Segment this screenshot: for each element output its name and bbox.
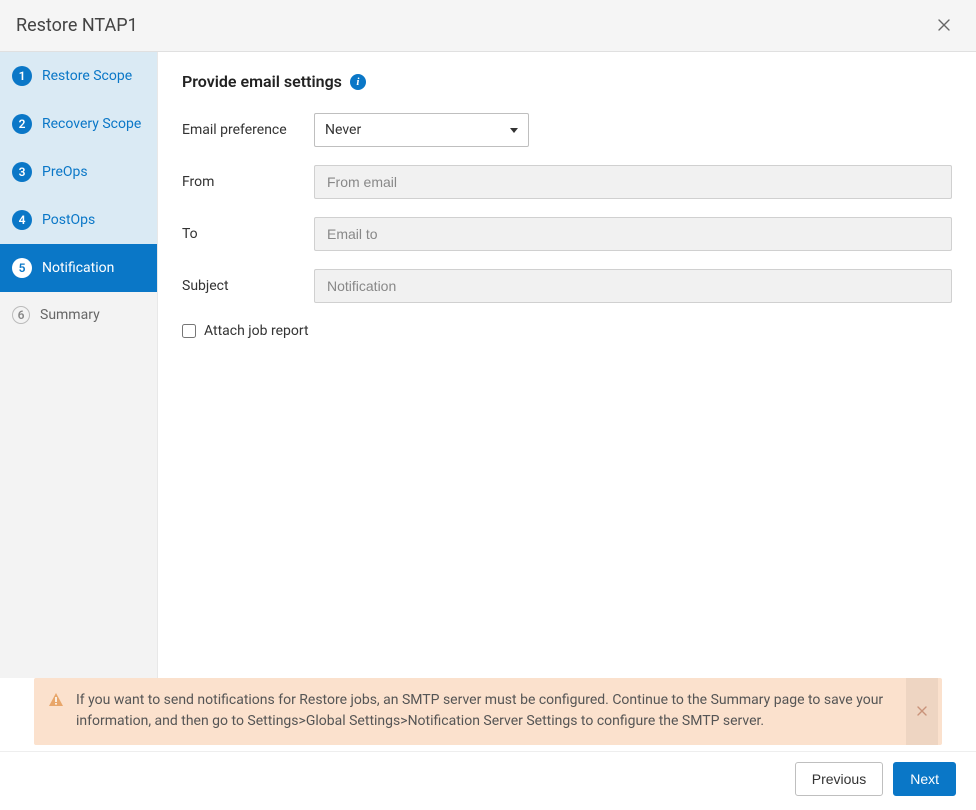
row-subject: Subject bbox=[182, 269, 952, 303]
attach-report-checkbox[interactable] bbox=[182, 324, 196, 338]
previous-button[interactable]: Previous bbox=[795, 762, 883, 796]
sidebar-step-preops[interactable]: 3 PreOps bbox=[0, 148, 157, 196]
heading-row: Provide email settings i bbox=[182, 72, 952, 91]
dialog-title: Restore NTAP1 bbox=[16, 15, 138, 36]
page-heading: Provide email settings bbox=[182, 72, 342, 91]
next-button[interactable]: Next bbox=[893, 762, 956, 796]
attach-report-label[interactable]: Attach job report bbox=[204, 323, 309, 339]
alert-message: If you want to send notifications for Re… bbox=[76, 690, 928, 733]
sidebar-step-postops[interactable]: 4 PostOps bbox=[0, 196, 157, 244]
footer: Previous Next bbox=[0, 751, 976, 810]
caret-down-icon bbox=[510, 128, 518, 133]
row-email-preference: Email preference Never bbox=[182, 113, 952, 147]
from-email-input[interactable] bbox=[314, 165, 952, 199]
step-number: 5 bbox=[12, 258, 32, 278]
title-bar: Restore NTAP1 bbox=[0, 0, 976, 52]
email-preference-select[interactable]: Never bbox=[314, 113, 529, 147]
subject-input[interactable] bbox=[314, 269, 952, 303]
sidebar-step-summary[interactable]: 6 Summary bbox=[0, 292, 157, 338]
step-number: 2 bbox=[12, 114, 32, 134]
step-number: 6 bbox=[12, 306, 30, 324]
step-label: Recovery Scope bbox=[42, 116, 141, 132]
step-label: Summary bbox=[40, 307, 100, 323]
main-panel: Provide email settings i Email preferenc… bbox=[158, 52, 976, 678]
step-label: Notification bbox=[42, 260, 114, 276]
alert-area: If you want to send notifications for Re… bbox=[0, 678, 976, 745]
label-to: To bbox=[182, 226, 314, 242]
sidebar-step-recovery-scope[interactable]: 2 Recovery Scope bbox=[0, 100, 157, 148]
smtp-warning-alert: If you want to send notifications for Re… bbox=[34, 678, 942, 745]
step-number: 1 bbox=[12, 66, 32, 86]
label-subject: Subject bbox=[182, 278, 314, 294]
to-email-input[interactable] bbox=[314, 217, 952, 251]
alert-close-button[interactable] bbox=[906, 678, 938, 745]
sidebar-step-notification[interactable]: 5 Notification bbox=[0, 244, 157, 292]
warning-icon bbox=[48, 692, 64, 716]
close-icon bbox=[936, 17, 952, 33]
step-label: Restore Scope bbox=[42, 68, 132, 84]
step-number: 4 bbox=[12, 210, 32, 230]
step-label: PostOps bbox=[42, 212, 95, 228]
label-from: From bbox=[182, 174, 314, 190]
step-number: 3 bbox=[12, 162, 32, 182]
row-attach-report: Attach job report bbox=[182, 323, 952, 339]
close-button[interactable] bbox=[928, 10, 960, 42]
row-to: To bbox=[182, 217, 952, 251]
row-from: From bbox=[182, 165, 952, 199]
info-icon[interactable]: i bbox=[350, 74, 366, 90]
sidebar-step-restore-scope[interactable]: 1 Restore Scope bbox=[0, 52, 157, 100]
close-icon bbox=[917, 706, 927, 716]
wizard-sidebar: 1 Restore Scope 2 Recovery Scope 3 PreOp… bbox=[0, 52, 158, 678]
step-label: PreOps bbox=[42, 164, 88, 180]
email-preference-value: Never bbox=[325, 122, 361, 138]
label-email-preference: Email preference bbox=[182, 122, 314, 138]
dialog-body: 1 Restore Scope 2 Recovery Scope 3 PreOp… bbox=[0, 52, 976, 678]
